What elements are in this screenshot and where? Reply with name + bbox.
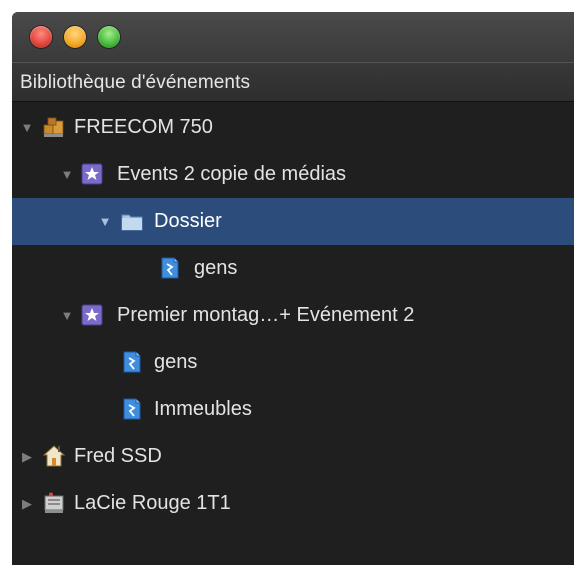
tree-item-freecom-750[interactable]: ▼ FREECOM 750	[12, 104, 574, 151]
disclosure-expanded-icon[interactable]: ▼	[98, 215, 112, 229]
tree-item-lacie-rouge[interactable]: ▶ LaCie Rouge 1T1	[12, 480, 574, 527]
tree-item-label: Immeubles	[154, 398, 252, 420]
disclosure-collapsed-icon[interactable]: ▶	[20, 497, 34, 511]
tree-item-event[interactable]: ▼ Premier montag…+ Evénement 2	[12, 292, 574, 339]
tree-item-label: LaCie Rouge 1T1	[74, 492, 231, 514]
tree-item-event[interactable]: ▼ Events 2 copie de médias	[12, 151, 574, 198]
tree-item-label: Premier montag…+ Evénement 2	[117, 304, 415, 326]
home-drive-icon	[42, 444, 66, 468]
event-star-icon	[80, 162, 104, 186]
folder-icon	[120, 209, 144, 233]
tree-item-label: FREECOM 750	[74, 116, 213, 138]
library-header: Bibliothèque d'événements	[12, 62, 574, 102]
minimize-button[interactable]	[64, 26, 86, 48]
disk-drive-icon	[42, 491, 66, 515]
tree-item-fred-ssd[interactable]: ▶ Fred SSD	[12, 433, 574, 480]
tree-item-label: gens	[194, 257, 238, 279]
tree-item-clip[interactable]: Immeubles	[12, 386, 574, 433]
zoom-button[interactable]	[98, 26, 120, 48]
clip-icon	[120, 397, 144, 421]
disclosure-expanded-icon[interactable]: ▼	[20, 121, 34, 135]
event-star-icon	[80, 303, 104, 327]
tree-item-folder[interactable]: ▼ Dossier	[12, 198, 574, 245]
drive-boxes-icon	[42, 115, 66, 139]
disclosure-expanded-icon[interactable]: ▼	[60, 309, 74, 323]
event-library-window: Bibliothèque d'événements ▼ FREECOM 750 …	[12, 12, 574, 565]
clip-icon	[120, 350, 144, 374]
tree-item-label: Dossier	[154, 210, 222, 232]
close-button[interactable]	[30, 26, 52, 48]
clip-icon	[158, 256, 182, 280]
tree-item-label: Events 2 copie de médias	[117, 163, 347, 185]
library-title: Bibliothèque d'événements	[20, 72, 251, 93]
disclosure-expanded-icon[interactable]: ▼	[60, 168, 74, 182]
tree-item-label: gens	[154, 351, 198, 373]
title-bar[interactable]	[12, 12, 574, 62]
disclosure-collapsed-icon[interactable]: ▶	[20, 450, 34, 464]
tree-item-clip[interactable]: gens	[12, 339, 574, 386]
tree-item-clip[interactable]: gens	[12, 245, 574, 292]
tree-item-label: Fred SSD	[74, 445, 162, 467]
